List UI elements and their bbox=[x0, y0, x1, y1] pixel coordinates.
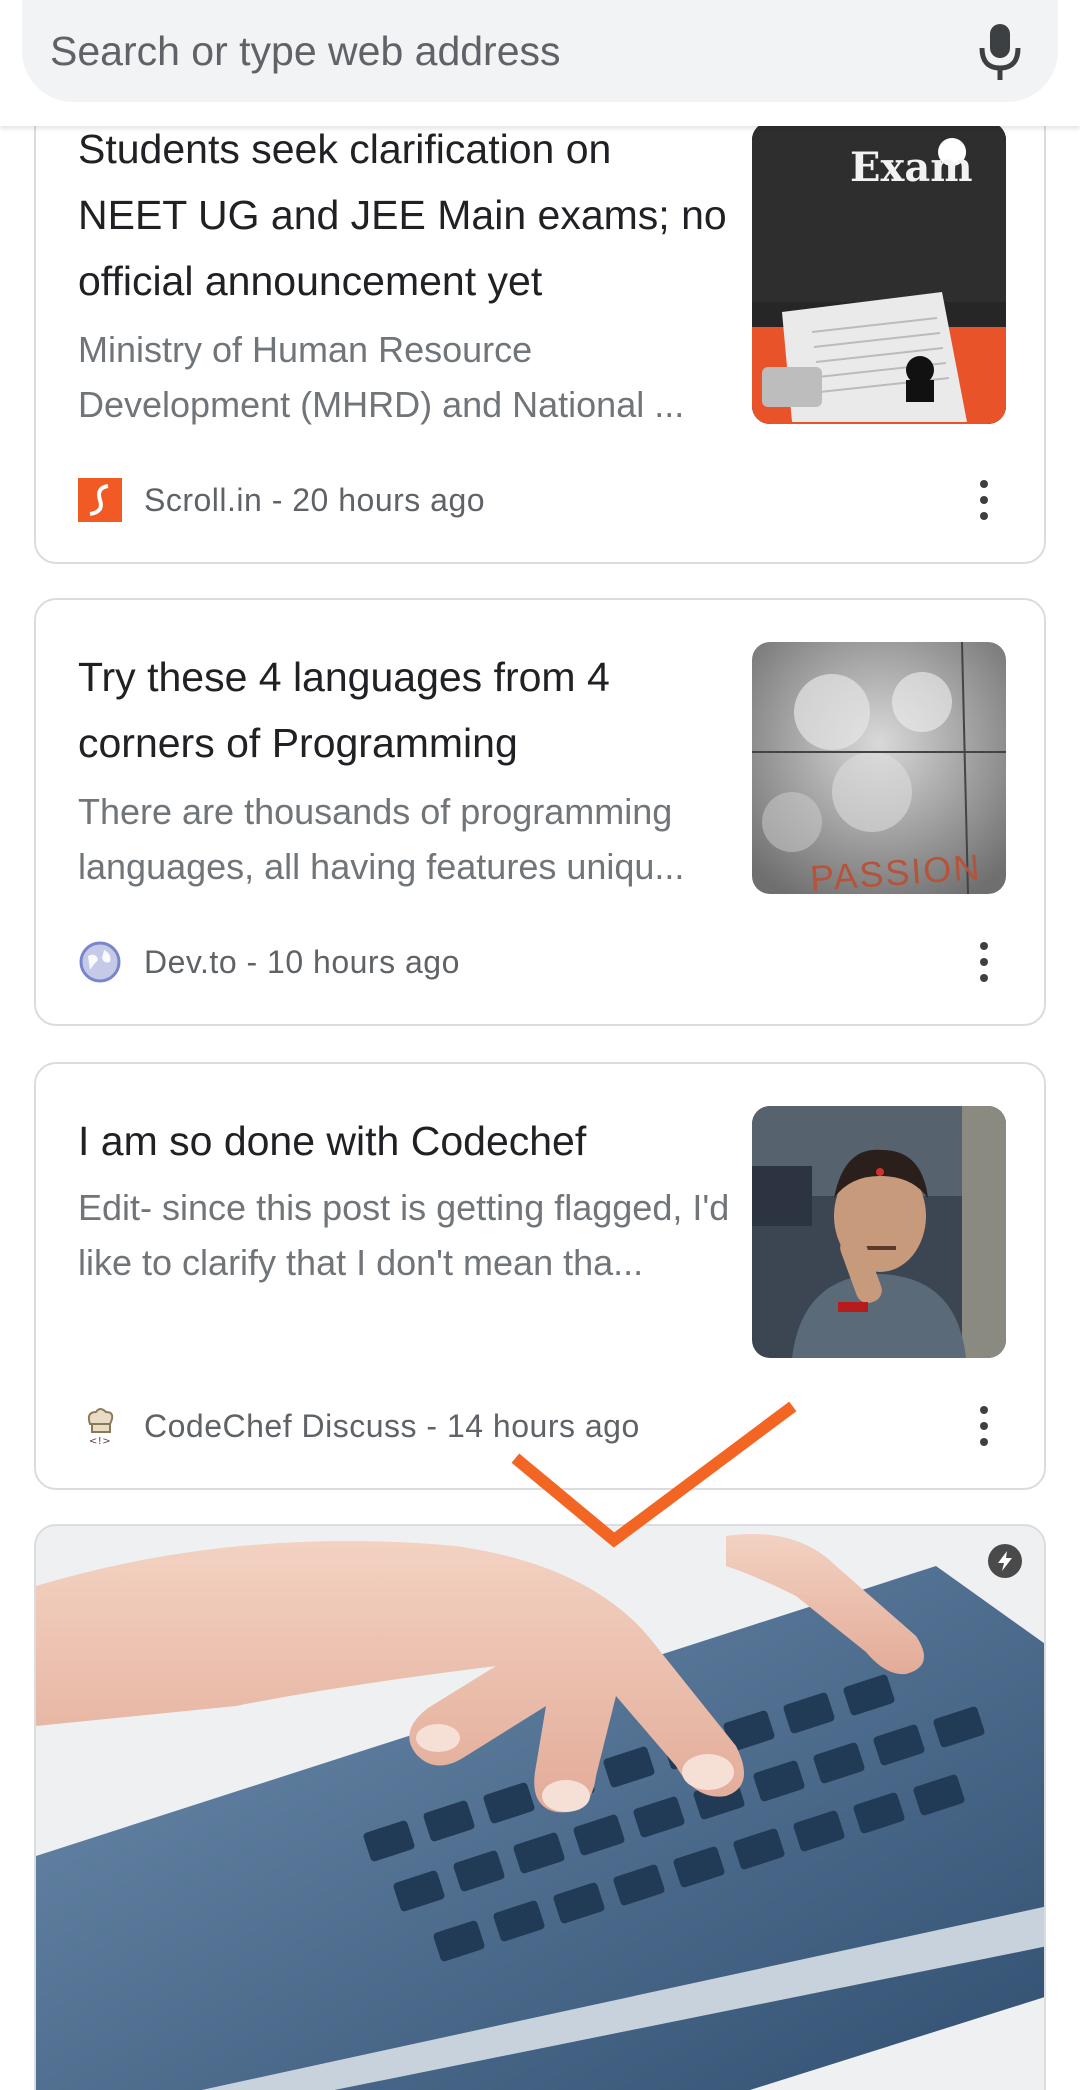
card-title[interactable]: I am so done with Codechef bbox=[78, 1108, 728, 1174]
globe-icon bbox=[78, 940, 122, 984]
news-card[interactable]: Students seek clarification on NEET UG a… bbox=[34, 60, 1046, 564]
more-options-icon[interactable] bbox=[978, 480, 990, 520]
featured-article-card[interactable] bbox=[34, 1524, 1046, 2090]
article-thumbnail[interactable]: Exam bbox=[752, 122, 1006, 424]
source-label: CodeChef Discuss - 14 hours ago bbox=[144, 1407, 640, 1444]
card-title[interactable]: Try these 4 languages from 4 corners of … bbox=[78, 644, 728, 776]
card-source[interactable]: Scroll.in - 20 hours ago bbox=[78, 478, 485, 522]
search-bar[interactable] bbox=[22, 0, 1058, 102]
more-options-icon[interactable] bbox=[978, 942, 990, 982]
news-card[interactable]: I am so done with Codechef Edit- since t… bbox=[34, 1062, 1046, 1490]
chef-hat-icon: <!> bbox=[78, 1404, 122, 1448]
article-thumbnail[interactable] bbox=[752, 1106, 1006, 1358]
svg-text:<!>: <!> bbox=[89, 1436, 111, 1447]
scroll-logo-icon bbox=[78, 478, 122, 522]
search-header bbox=[0, 0, 1080, 126]
card-snippet: There are thousands of programming langu… bbox=[78, 791, 685, 887]
card-snippet: Edit- since this post is getting flagged… bbox=[78, 1187, 730, 1283]
more-options-icon[interactable] bbox=[978, 1406, 990, 1446]
card-source[interactable]: <!> CodeChef Discuss - 14 hours ago bbox=[78, 1404, 640, 1448]
card-title[interactable]: Students seek clarification on NEET UG a… bbox=[78, 116, 728, 314]
card-source[interactable]: Dev.to - 10 hours ago bbox=[78, 940, 460, 984]
article-thumbnail[interactable]: PASSION bbox=[752, 642, 1006, 894]
thumbnail-caption: Exam bbox=[850, 144, 973, 191]
microphone-icon[interactable] bbox=[978, 22, 1022, 82]
source-label: Dev.to - 10 hours ago bbox=[144, 943, 460, 980]
card-snippet: Ministry of Human Resource Development (… bbox=[78, 329, 685, 425]
amp-lightning-icon bbox=[988, 1544, 1022, 1578]
search-input[interactable] bbox=[50, 27, 950, 75]
source-label: Scroll.in - 20 hours ago bbox=[144, 481, 486, 518]
news-card[interactable]: Try these 4 languages from 4 corners of … bbox=[34, 598, 1046, 1026]
featured-article-image bbox=[36, 1526, 1044, 2090]
